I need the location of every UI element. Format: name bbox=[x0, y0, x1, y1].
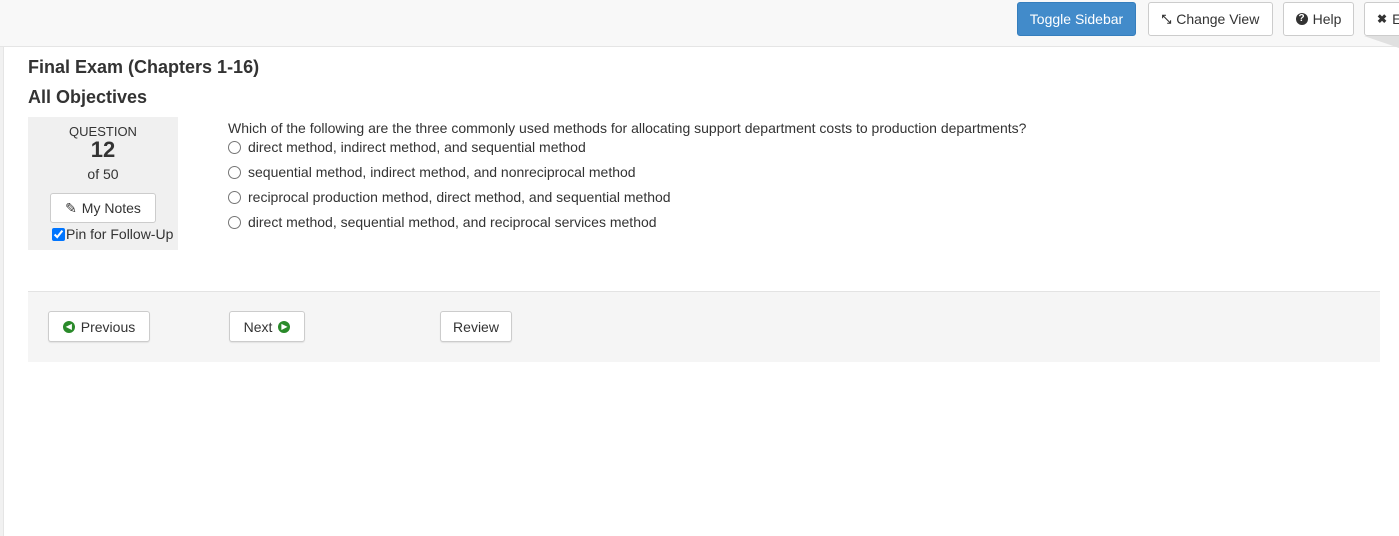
question-info-panel: QUESTION 12 of 50 ✎ My Notes Pin for Fol… bbox=[28, 117, 178, 250]
objectives-title: All Objectives bbox=[28, 87, 148, 107]
question-number: 12 bbox=[90, 137, 116, 162]
review-label: Review bbox=[453, 318, 499, 335]
my-notes-label: My Notes bbox=[81, 200, 141, 216]
next-label: Next bbox=[243, 318, 273, 335]
left-sidebar-edge bbox=[0, 47, 4, 536]
question-text: Which of the following are the three com… bbox=[228, 120, 1027, 136]
question-total: of 50 bbox=[87, 166, 119, 182]
pin-follow-up-checkbox[interactable] bbox=[52, 227, 65, 241]
toggle-sidebar-label: Toggle Sidebar bbox=[1029, 11, 1124, 27]
previous-button[interactable]: ◀ Previous bbox=[48, 311, 150, 342]
question-navigation-bar: ◀ Previous Next ▶ Review bbox=[28, 291, 1380, 362]
exam-title: Final Exam (Chapters 1-16) bbox=[28, 57, 260, 77]
arrow-circle-left-icon: ◀ bbox=[62, 320, 75, 333]
next-button[interactable]: Next ▶ bbox=[229, 311, 305, 342]
pin-follow-up[interactable]: Pin for Follow-Up bbox=[52, 226, 173, 242]
answer-choice-d[interactable]: direct method, sequential method, and re… bbox=[228, 214, 657, 230]
answer-text-c: reciprocal production method, direct met… bbox=[248, 189, 671, 205]
answer-choice-c[interactable]: reciprocal production method, direct met… bbox=[228, 189, 671, 205]
my-notes-button[interactable]: ✎ My Notes bbox=[50, 193, 156, 223]
top-toolbar: Toggle Sidebar ⤡ Change View ? Help ✖ E bbox=[0, 0, 1399, 47]
answer-radio-b[interactable] bbox=[228, 165, 241, 179]
change-view-label: Change View bbox=[1176, 11, 1260, 27]
arrow-circle-right-icon: ▶ bbox=[278, 320, 291, 333]
answer-text-a: direct method, indirect method, and sequ… bbox=[248, 139, 586, 155]
help-label: Help bbox=[1312, 11, 1342, 27]
answer-text-b: sequential method, indirect method, and … bbox=[248, 164, 636, 180]
exit-label: E bbox=[1392, 11, 1399, 27]
review-button[interactable]: Review bbox=[440, 311, 512, 342]
change-view-button[interactable]: ⤡ Change View bbox=[1148, 2, 1273, 36]
pin-follow-up-label: Pin for Follow-Up bbox=[66, 226, 174, 242]
answer-choice-a[interactable]: direct method, indirect method, and sequ… bbox=[228, 139, 586, 155]
toggle-sidebar-button[interactable]: Toggle Sidebar bbox=[1017, 2, 1136, 36]
question-circle-icon: ? bbox=[1295, 13, 1308, 25]
compress-arrows-icon: ⤡ bbox=[1161, 11, 1172, 26]
answer-radio-c[interactable] bbox=[228, 190, 241, 204]
answer-radio-a[interactable] bbox=[228, 140, 241, 154]
answer-choice-b[interactable]: sequential method, indirect method, and … bbox=[228, 164, 636, 180]
answer-text-d: direct method, sequential method, and re… bbox=[248, 214, 657, 230]
close-icon: ✖ bbox=[1377, 12, 1388, 26]
previous-label: Previous bbox=[80, 318, 136, 335]
help-button[interactable]: ? Help bbox=[1283, 2, 1354, 36]
answer-radio-d[interactable] bbox=[228, 215, 241, 229]
edit-note-icon: ✎ bbox=[65, 199, 77, 216]
page-corner-fold bbox=[1364, 36, 1399, 48]
exit-button[interactable]: ✖ E bbox=[1364, 2, 1399, 36]
